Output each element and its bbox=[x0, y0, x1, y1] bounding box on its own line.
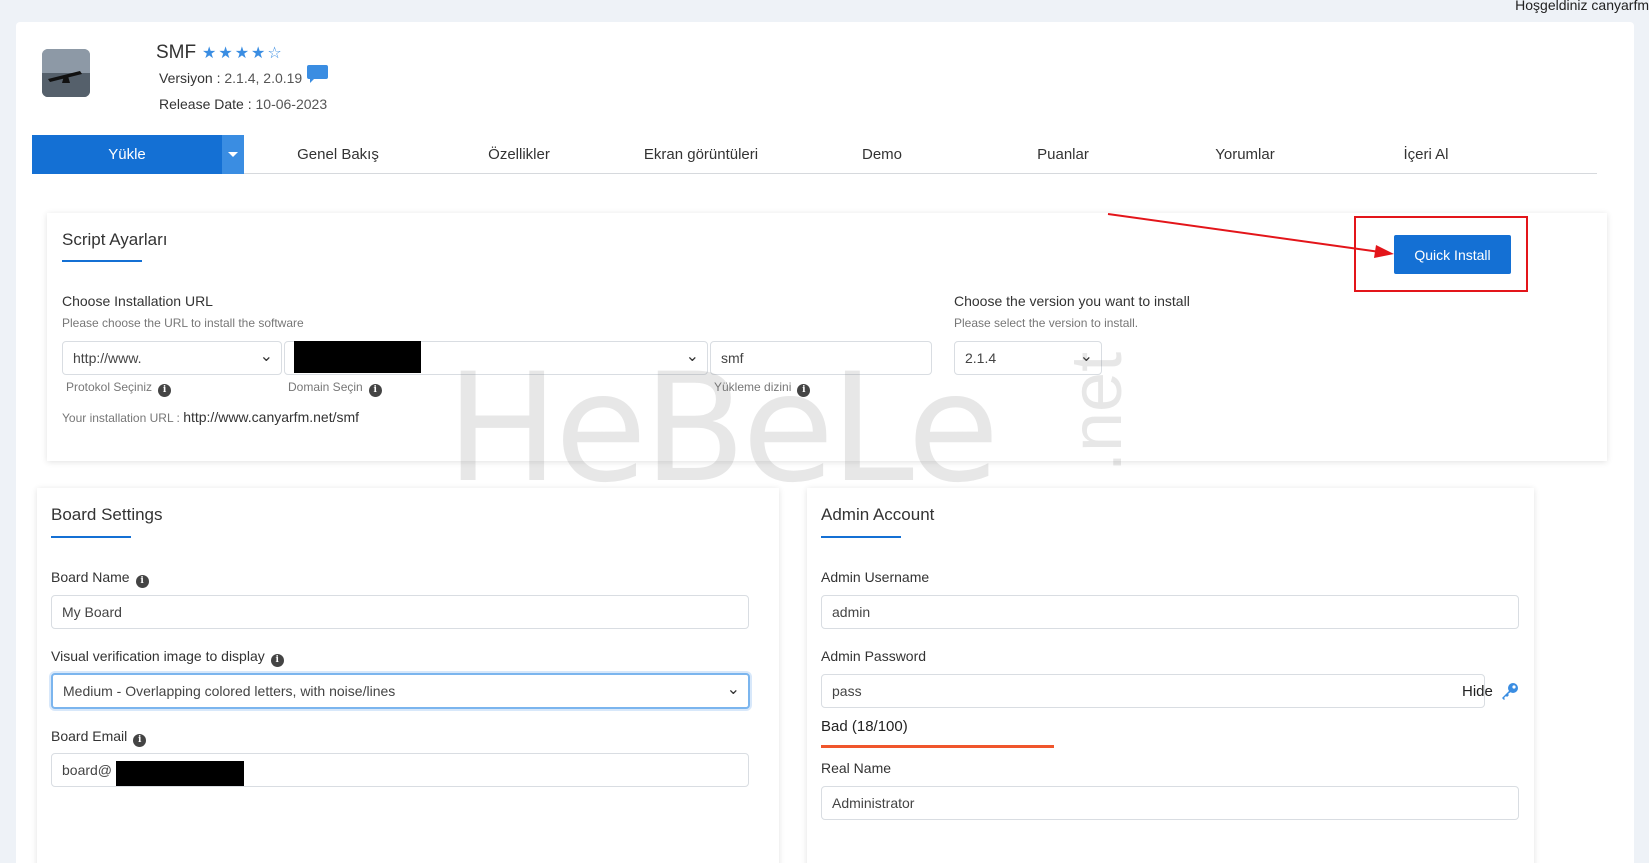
release-label: Release Date : bbox=[159, 96, 252, 112]
admin-username-value: admin bbox=[832, 604, 871, 620]
board-email-label: Board Email i bbox=[51, 728, 147, 747]
password-strength-text: Bad (18/100) bbox=[821, 718, 908, 735]
app-page: SMF ★★★★☆ Versiyon : 2.1.4, 2.0.19 Relea… bbox=[16, 22, 1634, 863]
install-url-label: Choose Installation URL bbox=[62, 293, 213, 309]
redacted-email bbox=[116, 761, 244, 786]
title-underline bbox=[821, 536, 901, 538]
watermark-suffix: .net bbox=[1041, 352, 1161, 482]
info-icon[interactable]: i bbox=[368, 383, 382, 397]
title-underline bbox=[51, 536, 131, 538]
real-name-input[interactable]: Administrator bbox=[821, 786, 1519, 820]
tab-reviews[interactable]: Yorumlar bbox=[1150, 135, 1340, 174]
key-icon[interactable] bbox=[1500, 681, 1520, 701]
protocol-label: Protokol Seçiniz i bbox=[66, 380, 172, 397]
redacted-domain bbox=[294, 341, 421, 373]
info-icon[interactable]: i bbox=[133, 733, 147, 747]
your-url-value[interactable]: http://www.canyarfm.net/smf bbox=[183, 409, 359, 425]
tab-bar: Yükle Genel Bakış Özellikler Ekran görün… bbox=[32, 135, 1597, 174]
version-choose-label: Choose the version you want to install bbox=[954, 293, 1190, 309]
protocol-select[interactable]: http://www. bbox=[62, 341, 282, 375]
tab-demo[interactable]: Demo bbox=[787, 135, 977, 174]
tab-install[interactable]: Yükle bbox=[32, 135, 222, 174]
install-dropdown-caret-icon[interactable] bbox=[222, 135, 244, 174]
verification-label: Visual verification image to display i bbox=[51, 648, 284, 667]
chat-bubble-icon[interactable] bbox=[307, 65, 328, 83]
board-settings-card: Board Settings Board Name i My Board Visu… bbox=[37, 488, 779, 863]
tab-overview[interactable]: Genel Bakış bbox=[243, 135, 433, 174]
release-value: 10-06-2023 bbox=[255, 96, 328, 112]
your-url-line: Your installation URL : http://www.canya… bbox=[62, 409, 359, 425]
watermark-suffix-text: .net bbox=[1057, 351, 1137, 472]
board-name-input[interactable]: My Board bbox=[51, 595, 749, 629]
admin-password-input[interactable]: pass bbox=[821, 674, 1485, 708]
quick-install-button[interactable]: Quick Install bbox=[1394, 235, 1511, 274]
version-value: 2.1.4, 2.0.19 bbox=[224, 70, 303, 86]
domain-label-text: Domain Seçin bbox=[288, 380, 363, 394]
board-email-label-text: Board Email bbox=[51, 728, 128, 744]
protocol-value: http://www. bbox=[73, 350, 142, 366]
tab-ratings[interactable]: Puanlar bbox=[968, 135, 1158, 174]
script-settings-title: Script Ayarları bbox=[62, 230, 168, 249]
welcome-text: Hoşgeldiniz canyarfm bbox=[1515, 0, 1649, 13]
admin-account-card: Admin Account Admin Username admin Admin… bbox=[807, 488, 1534, 863]
board-email-value: board@ bbox=[62, 762, 113, 778]
board-name-label: Board Name i bbox=[51, 569, 149, 588]
real-name-label: Real Name bbox=[821, 760, 892, 776]
version-choose-hint: Please select the version to install. bbox=[954, 316, 1139, 330]
board-settings-title: Board Settings bbox=[51, 505, 163, 524]
annotation-arrow-icon bbox=[1107, 213, 1394, 258]
smf-logo-icon bbox=[42, 49, 90, 97]
verification-value: Medium - Overlapping colored letters, wi… bbox=[63, 683, 396, 699]
admin-account-title: Admin Account bbox=[821, 505, 935, 524]
verification-select[interactable]: Medium - Overlapping colored letters, wi… bbox=[51, 673, 750, 709]
version-line: Versiyon : 2.1.4, 2.0.19 bbox=[159, 70, 302, 86]
real-name-value: Administrator bbox=[832, 795, 915, 811]
board-name-label-text: Board Name bbox=[51, 569, 130, 585]
your-url-label: Your installation URL : bbox=[62, 411, 180, 425]
release-line: Release Date : 10-06-2023 bbox=[159, 96, 327, 112]
tab-import[interactable]: İçeri Al bbox=[1331, 135, 1521, 174]
rating-stars-icon: ★★★★☆ bbox=[202, 45, 284, 62]
install-url-hint: Please choose the URL to install the sof… bbox=[62, 316, 304, 330]
admin-password-value: pass bbox=[832, 683, 862, 699]
admin-username-label: Admin Username bbox=[821, 569, 930, 585]
hide-password-button[interactable]: Hide bbox=[1462, 683, 1493, 700]
tab-features[interactable]: Özellikler bbox=[424, 135, 614, 174]
app-name: SMF bbox=[156, 42, 197, 63]
domain-label: Domain Seçin i bbox=[288, 380, 382, 397]
admin-username-input[interactable]: admin bbox=[821, 595, 1519, 629]
info-icon[interactable]: i bbox=[270, 653, 284, 667]
info-icon[interactable]: i bbox=[158, 383, 172, 397]
password-strength-bar bbox=[821, 745, 1054, 748]
version-label: Versiyon : bbox=[159, 70, 221, 86]
tab-screenshots[interactable]: Ekran görüntüleri bbox=[606, 135, 796, 174]
title-underline bbox=[62, 260, 142, 262]
verification-label-text: Visual verification image to display bbox=[51, 648, 265, 664]
info-icon[interactable]: i bbox=[135, 574, 149, 588]
protocol-label-text: Protokol Seçiniz bbox=[66, 380, 153, 394]
board-name-value: My Board bbox=[62, 604, 122, 620]
admin-password-label: Admin Password bbox=[821, 648, 927, 664]
